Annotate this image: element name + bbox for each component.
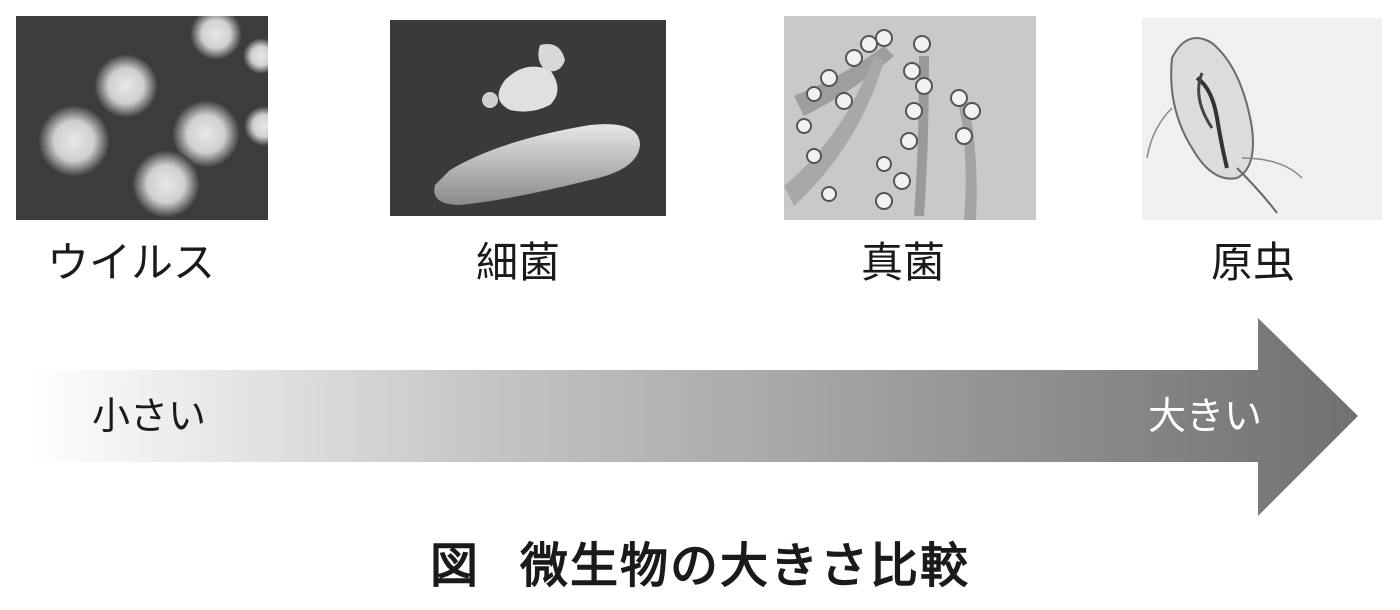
figure-caption: 図微生物の大きさ比較 bbox=[0, 536, 1400, 596]
virus-image bbox=[16, 16, 268, 220]
large-label: 大きい bbox=[1148, 394, 1263, 438]
figure-prefix: 図 bbox=[429, 538, 480, 594]
bacteria-image bbox=[390, 20, 666, 216]
protozoa-image bbox=[1142, 18, 1382, 220]
virus-label: ウイルス bbox=[46, 238, 215, 287]
fungi-label: 真菌 bbox=[860, 238, 945, 287]
figure-title: 微生物の大きさ比較 bbox=[520, 538, 971, 594]
bacteria-label: 細菌 bbox=[475, 238, 560, 287]
size-arrow: 小さい 大きい bbox=[0, 312, 1400, 522]
fungi-image bbox=[784, 16, 1036, 220]
small-label: 小さい bbox=[92, 394, 207, 438]
protozoa-label: 原虫 bbox=[1210, 238, 1295, 287]
